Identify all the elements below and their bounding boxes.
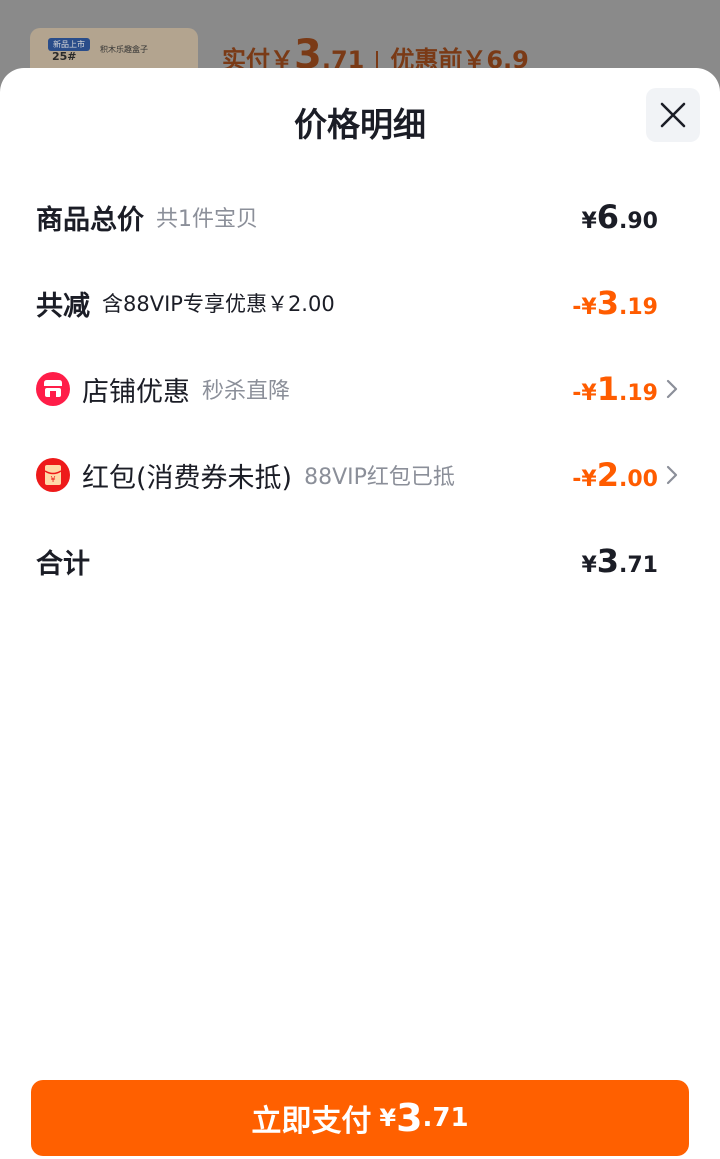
product-number: 25# [52,50,77,63]
discount-int: 3 [596,284,620,322]
sheet-title: 价格明细 [294,105,426,144]
total-price-label: 商品总价 [36,204,144,236]
row-total-price: 商品总价 共1件宝贝 ¥6.90 [36,192,686,242]
discount-amount: -¥ 3.19 [572,284,658,322]
row-total-discount: 共减 含88VIP专享优惠￥2.00 -¥ 3.19 [36,278,686,328]
product-brand: 积木乐趣盒子 [100,45,148,54]
shop-discount-amount: -¥ 1.19 [572,370,658,408]
pay-int: 3 [396,1096,423,1140]
sum-currency: ¥ [581,553,597,578]
discount-label: 共减 [36,290,90,322]
red-packet-sub: 88VIP红包已抵 [304,465,455,490]
red-packet-dec: .00 [619,467,658,492]
shop-icon [36,372,70,406]
sum-label: 合计 [36,548,90,580]
close-button[interactable] [646,88,700,142]
red-packet-label: 红包(消费券未抵) [82,462,293,494]
shop-discount-label: 店铺优惠 [82,376,190,408]
red-packet-amount: -¥ 2.00 [572,456,658,494]
discount-currency: -¥ [572,295,597,320]
pay-now-button[interactable]: 立即支付 ¥3.71 [31,1080,689,1156]
total-dec: .90 [619,209,658,234]
row-sum: 合计 ¥3.71 [36,536,686,586]
shop-dec: .19 [619,381,658,406]
shop-currency: -¥ [572,381,597,406]
discount-sub: 含88VIP专享优惠￥2.00 [102,292,335,316]
shop-int: 1 [596,370,620,408]
close-icon [660,102,686,128]
pay-now-label: 立即支付 [251,1104,372,1139]
svg-text:¥: ¥ [50,475,55,484]
total-int: 6 [596,198,620,236]
price-detail-sheet: 价格明细 商品总价 共1件宝贝 ¥6.90 共减 含88VIP专享优惠￥2.00… [0,68,720,1159]
row-shop-discount[interactable]: 店铺优惠 秒杀直降 -¥ 1.19 [36,364,686,414]
red-packet-currency: -¥ [572,467,597,492]
sum-amount: ¥3.71 [581,542,658,580]
pay-dec: .71 [422,1103,469,1133]
red-packet-icon: ¥ [36,458,70,492]
chevron-right-icon [666,379,678,399]
pay-currency: ¥ [379,1104,397,1132]
red-packet-int: 2 [596,456,620,494]
sum-dec: .71 [619,553,658,578]
total-currency: ¥ [581,209,597,234]
chevron-right-icon [666,465,678,485]
discount-dec: .19 [619,295,658,320]
total-price-sub: 共1件宝贝 [156,207,258,232]
total-price-amount: ¥6.90 [581,198,658,236]
row-red-packet[interactable]: ¥ 红包(消费券未抵) 88VIP红包已抵 -¥ 2.00 [36,450,686,500]
shop-discount-sub: 秒杀直降 [202,379,291,404]
sum-int: 3 [596,542,620,580]
